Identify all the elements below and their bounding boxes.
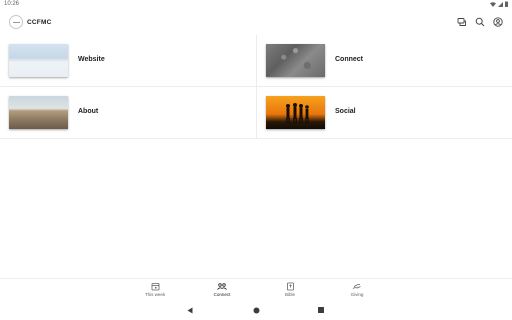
- brand[interactable]: CCFMC: [9, 15, 51, 29]
- tile-about[interactable]: About: [0, 87, 256, 139]
- about-thumbnail: [9, 96, 68, 129]
- back-button[interactable]: [186, 306, 194, 314]
- nav-label: Giving: [350, 292, 364, 297]
- chat-icon: [457, 17, 466, 26]
- nav-this-week[interactable]: This week: [135, 282, 175, 297]
- church-logo-icon: [9, 15, 23, 29]
- nav-bible[interactable]: Bible: [270, 282, 310, 297]
- recents-icon: [318, 307, 324, 313]
- nav-label: Bible: [284, 292, 295, 297]
- app-bar: CCFMC: [0, 12, 512, 34]
- book-icon: [285, 282, 295, 291]
- giving-icon: [352, 282, 362, 291]
- connect-thumbnail: [266, 44, 325, 77]
- tile-website[interactable]: Website: [0, 35, 256, 87]
- account-icon: [492, 16, 503, 27]
- nav-label: Connect: [213, 292, 231, 297]
- tile-label: Social: [335, 108, 356, 115]
- nav-label: This week: [144, 292, 166, 297]
- recents-button[interactable]: [317, 306, 325, 314]
- calendar-icon: [150, 282, 160, 291]
- status-time: 10:26: [4, 1, 20, 7]
- signal-icon: [498, 1, 503, 7]
- people-icon: [217, 282, 227, 291]
- profile-button[interactable]: [492, 16, 503, 27]
- messages-button[interactable]: [456, 16, 467, 27]
- app-title: CCFMC: [27, 18, 52, 26]
- silhouettes-image: [286, 103, 309, 124]
- tile-label: About: [78, 108, 99, 115]
- tile-social[interactable]: Social: [256, 87, 512, 139]
- back-icon: [187, 307, 193, 313]
- system-navigation-bar: [0, 300, 512, 320]
- home-icon: [253, 307, 259, 313]
- nav-connect[interactable]: Connect: [202, 282, 242, 297]
- website-thumbnail: [9, 44, 68, 77]
- connect-tile-grid: Website Connect About Social: [0, 35, 512, 139]
- status-bar: 10:26: [0, 0, 512, 10]
- tile-label: Website: [78, 56, 105, 63]
- system-indicators: [490, 1, 508, 7]
- nav-giving[interactable]: Giving: [337, 282, 377, 297]
- battery-icon: [505, 1, 508, 7]
- social-thumbnail: [266, 96, 325, 129]
- wifi-icon: [490, 1, 496, 7]
- bottom-navigation: This week Connect Bible Giving: [0, 278, 512, 300]
- home-button[interactable]: [252, 306, 260, 314]
- app-bar-actions: [456, 16, 503, 27]
- search-icon: [475, 17, 484, 26]
- tile-connect[interactable]: Connect: [256, 35, 512, 87]
- tile-label: Connect: [335, 56, 363, 63]
- search-button[interactable]: [474, 16, 485, 27]
